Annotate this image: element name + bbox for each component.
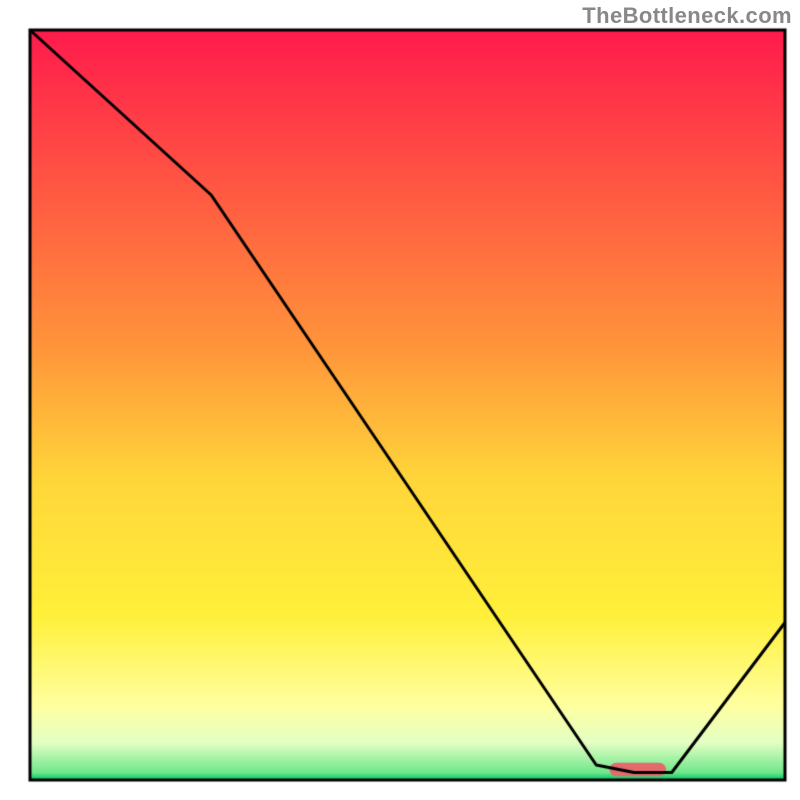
chart-container: TheBottleneck.com (0, 0, 800, 800)
watermark-text: TheBottleneck.com (582, 3, 792, 29)
bottleneck-chart-canvas (0, 0, 800, 800)
